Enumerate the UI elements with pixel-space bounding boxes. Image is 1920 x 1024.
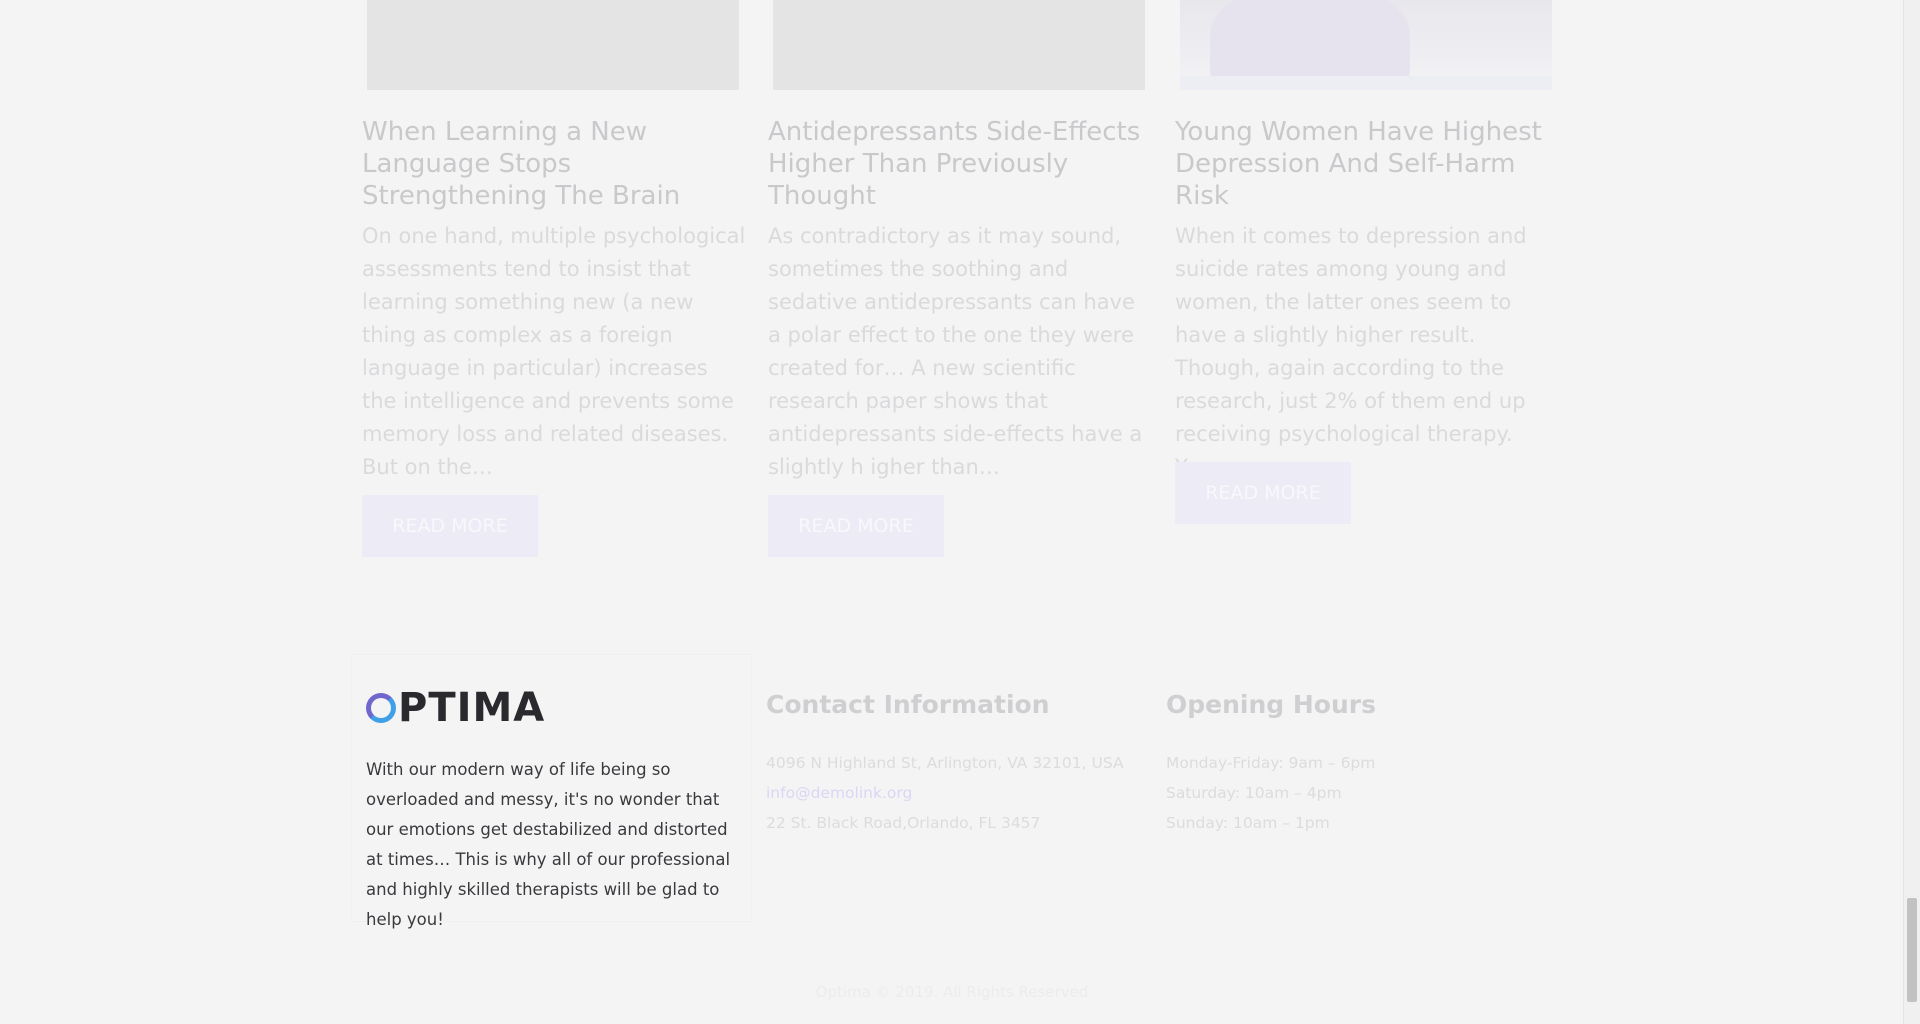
post-thumbnail[interactable] <box>773 0 1145 90</box>
read-more-button[interactable]: READ MORE <box>768 495 944 557</box>
footer-about-box: PTIMA With our modern way of life being … <box>352 655 751 929</box>
hours-saturday: Saturday: 10am – 4pm <box>1166 784 1342 802</box>
contact-address-2: 22 St. Black Road,Orlando, FL 3457 <box>766 814 1041 832</box>
post-excerpt: As contradictory as it may sound, someti… <box>768 224 1143 479</box>
contact-information: Contact Information 4096 N Highland St, … <box>766 688 1124 838</box>
contact-email-link[interactable]: info@demolink.org <box>766 778 1124 808</box>
copyright-text: Optima © 2019. All Rights Reserved <box>815 983 1089 1001</box>
opening-hours: Opening Hours Monday-Friday: 9am – 6pm S… <box>1166 688 1376 838</box>
contact-heading: Contact Information <box>766 690 1050 719</box>
read-more-button[interactable]: READ MORE <box>362 495 538 557</box>
hours-heading: Opening Hours <box>1166 690 1376 719</box>
hours-sunday: Sunday: 10am – 1pm <box>1166 814 1330 832</box>
post-thumbnail[interactable] <box>367 0 739 90</box>
post-excerpt: On one hand, multiple psychological asse… <box>362 224 746 479</box>
post-title[interactable]: Young Women Have Highest Depression And … <box>1175 116 1560 212</box>
logo-wordmark: PTIMA <box>398 685 546 731</box>
blog-posts-section: When Learning a New Language Stops Stren… <box>0 0 1920 590</box>
post-title[interactable]: Antidepressants Side-Effects Higher Than… <box>768 116 1153 212</box>
page: When Learning a New Language Stops Stren… <box>0 0 1920 1024</box>
read-more-button[interactable]: READ MORE <box>1175 462 1351 524</box>
site-logo[interactable]: PTIMA <box>366 685 545 731</box>
post-thumbnail[interactable] <box>1180 0 1552 90</box>
hours-weekdays: Monday-Friday: 9am – 6pm <box>1166 754 1376 772</box>
vertical-scrollbar[interactable] <box>1903 0 1920 1024</box>
post-excerpt: When it comes to depression and suicide … <box>1175 224 1527 479</box>
post-title[interactable]: When Learning a New Language Stops Stren… <box>362 116 747 212</box>
photo-desk <box>1180 76 1552 90</box>
contact-address: 4096 N Highland St, Arlington, VA 32101,… <box>766 754 1124 772</box>
scrollbar-thumb[interactable] <box>1907 898 1917 1002</box>
footer-about-text: With our modern way of life being so ove… <box>366 760 731 929</box>
ring-logo-icon <box>366 693 396 723</box>
